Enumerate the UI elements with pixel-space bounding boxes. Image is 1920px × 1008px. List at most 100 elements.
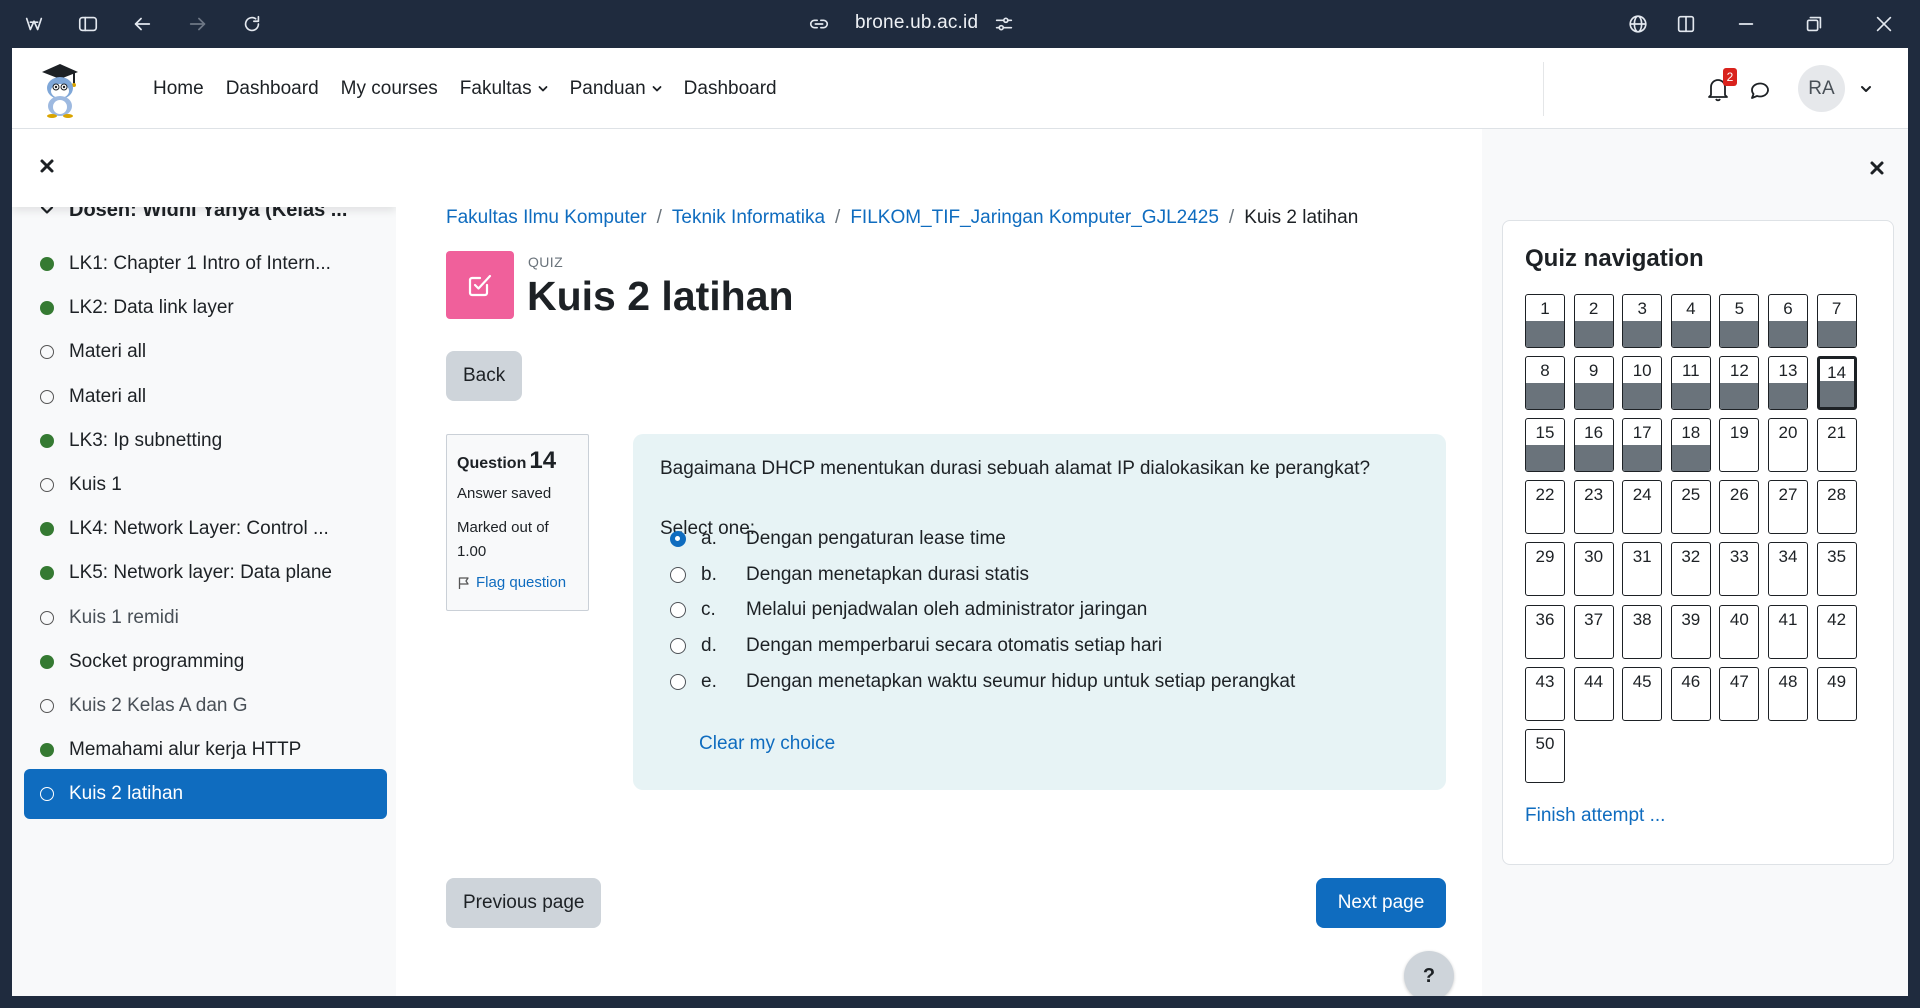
answer-option-c[interactable]: c. Melalui penjadwalan oleh administrator… xyxy=(670,595,1147,625)
question-nav-button[interactable]: 20 xyxy=(1768,418,1808,473)
answer-option-d[interactable]: d. Dengan memperbarui secara otomatis set… xyxy=(670,631,1162,661)
flag-question-label[interactable]: Flag question xyxy=(476,574,566,591)
answer-option-b[interactable]: b. Dengan menetapkan durasi statis xyxy=(670,560,1029,590)
question-nav-button[interactable]: 30 xyxy=(1573,542,1614,597)
next-page-button[interactable]: Next page xyxy=(1316,878,1446,928)
question-nav-button[interactable]: 39 xyxy=(1670,604,1711,659)
question-nav-button[interactable]: 6 xyxy=(1768,294,1808,348)
question-nav-button[interactable]: 19 xyxy=(1719,418,1760,473)
question-nav-button[interactable]: 31 xyxy=(1622,542,1663,597)
restore-icon[interactable] xyxy=(1802,12,1826,36)
nav-link-my-courses[interactable]: My courses xyxy=(330,78,449,100)
sidebar-toggle-icon[interactable] xyxy=(76,12,100,36)
messages-icon[interactable] xyxy=(1748,78,1772,102)
back-arrow-icon[interactable] xyxy=(130,12,154,36)
previous-page-button[interactable]: Previous page xyxy=(446,878,602,928)
course-index-item[interactable]: Kuis 1 remidi xyxy=(24,593,387,643)
question-nav-button[interactable]: 42 xyxy=(1816,604,1857,659)
flag-question-link[interactable]: Flag question xyxy=(457,574,578,591)
question-nav-button[interactable]: 40 xyxy=(1719,604,1760,659)
question-nav-button[interactable]: 9 xyxy=(1573,356,1614,411)
user-avatar[interactable]: RA xyxy=(1798,65,1845,112)
forward-arrow-icon[interactable] xyxy=(186,12,210,36)
question-nav-button[interactable]: 3 xyxy=(1622,294,1663,348)
radio-selected[interactable] xyxy=(670,531,686,547)
question-nav-button[interactable]: 26 xyxy=(1719,480,1760,535)
question-nav-button[interactable]: 37 xyxy=(1573,604,1614,659)
site-logo[interactable] xyxy=(36,60,84,118)
question-nav-button[interactable]: 23 xyxy=(1573,480,1614,535)
nav-link-panduan[interactable]: Panduan xyxy=(559,78,673,100)
question-nav-button[interactable]: 25 xyxy=(1670,480,1711,535)
question-nav-button[interactable]: 4 xyxy=(1670,294,1711,348)
question-nav-button[interactable]: 35 xyxy=(1816,542,1857,597)
question-nav-button[interactable]: 5 xyxy=(1719,294,1760,348)
question-nav-button[interactable]: 45 xyxy=(1622,666,1663,721)
question-nav-button[interactable]: 47 xyxy=(1719,666,1760,721)
question-nav-button[interactable]: 33 xyxy=(1719,542,1760,597)
question-nav-button[interactable]: 43 xyxy=(1525,666,1565,721)
question-nav-button[interactable]: 1 xyxy=(1525,294,1565,348)
course-index-item[interactable]: Materi all xyxy=(24,327,387,377)
question-nav-button[interactable]: 49 xyxy=(1816,666,1857,721)
course-index-item[interactable]: LK5: Network layer: Data plane xyxy=(24,548,387,598)
answer-option-a[interactable]: a. Dengan pengaturan lease time xyxy=(670,524,1006,554)
question-nav-button[interactable]: 22 xyxy=(1525,480,1565,535)
question-nav-button[interactable]: 44 xyxy=(1573,666,1614,721)
radio-button[interactable] xyxy=(670,566,686,583)
question-nav-button[interactable]: 11 xyxy=(1670,356,1711,411)
course-index-item[interactable]: Kuis 1 xyxy=(24,460,387,510)
question-nav-button[interactable]: 2 xyxy=(1573,294,1614,348)
question-nav-button[interactable]: 32 xyxy=(1670,542,1711,597)
question-nav-button[interactable]: 15 xyxy=(1525,418,1565,473)
question-nav-button[interactable]: 18 xyxy=(1670,418,1711,473)
question-nav-button[interactable]: 24 xyxy=(1622,480,1663,535)
close-window-icon[interactable] xyxy=(1872,12,1896,36)
question-nav-button[interactable]: 7 xyxy=(1816,294,1857,348)
question-nav-button[interactable]: 13 xyxy=(1768,356,1808,411)
question-nav-button[interactable]: 36 xyxy=(1525,604,1565,659)
course-index-item[interactable]: LK1: Chapter 1 Intro of Intern... xyxy=(24,239,387,289)
course-index-item[interactable]: Kuis 2 Kelas A dan G xyxy=(24,681,387,731)
question-nav-button[interactable]: 27 xyxy=(1768,480,1808,535)
nav-link-home[interactable]: Home xyxy=(142,78,215,100)
browser-logo-icon[interactable] xyxy=(22,12,46,36)
nav-link-dashboard[interactable]: Dashboard xyxy=(673,78,788,100)
course-index-item[interactable]: LK3: Ip subnetting xyxy=(24,416,387,466)
minimize-icon[interactable] xyxy=(1734,12,1758,36)
reload-icon[interactable] xyxy=(240,12,264,36)
clear-choice-link[interactable]: Clear my choice xyxy=(699,733,835,755)
finish-attempt-link[interactable]: Finish attempt ... xyxy=(1525,805,1665,827)
course-index-item[interactable]: Materi all xyxy=(24,372,387,422)
globe-icon[interactable] xyxy=(1626,12,1650,36)
breadcrumb-link[interactable]: FILKOM_TIF_Jaringan Komputer_GJL2425 xyxy=(850,207,1219,229)
site-settings-icon[interactable] xyxy=(992,12,1016,36)
question-nav-button[interactable]: 46 xyxy=(1670,666,1711,721)
nav-link-fakultas[interactable]: Fakultas xyxy=(449,78,559,100)
question-nav-button[interactable]: 29 xyxy=(1525,542,1565,597)
question-nav-button[interactable]: 10 xyxy=(1622,356,1663,411)
radio-button[interactable] xyxy=(670,602,686,619)
close-drawer-icon[interactable] xyxy=(1868,159,1886,177)
address-bar-url[interactable]: brone.ub.ac.id xyxy=(855,12,978,34)
question-nav-button[interactable]: 41 xyxy=(1768,604,1808,659)
nav-link-dashboard[interactable]: Dashboard xyxy=(215,78,330,100)
question-nav-button[interactable]: 28 xyxy=(1816,480,1857,535)
course-index-item[interactable]: Memahami alur kerja HTTP xyxy=(24,725,387,775)
question-nav-button[interactable]: 12 xyxy=(1719,356,1760,411)
answer-option-e[interactable]: e. Dengan menetapkan waktu seumur hidup u… xyxy=(670,667,1295,697)
radio-button[interactable] xyxy=(670,638,686,655)
question-nav-button[interactable]: 38 xyxy=(1622,604,1663,659)
question-nav-button[interactable]: 34 xyxy=(1768,542,1808,597)
breadcrumb-link[interactable]: Fakultas Ilmu Komputer xyxy=(446,207,647,229)
back-button[interactable]: Back xyxy=(446,351,523,401)
course-index-item[interactable]: LK2: Data link layer xyxy=(24,283,387,333)
question-nav-button[interactable]: 8 xyxy=(1525,356,1565,411)
course-index-item[interactable]: Kuis 2 latihan xyxy=(24,769,387,820)
question-nav-button[interactable]: 17 xyxy=(1622,418,1663,473)
question-nav-button[interactable]: 21 xyxy=(1816,418,1857,473)
course-index-item[interactable]: Socket programming xyxy=(24,637,387,687)
question-nav-button[interactable]: 16 xyxy=(1573,418,1614,473)
help-button[interactable]: ? xyxy=(1404,951,1454,996)
course-index-item[interactable]: LK4: Network Layer: Control ... xyxy=(24,504,387,554)
